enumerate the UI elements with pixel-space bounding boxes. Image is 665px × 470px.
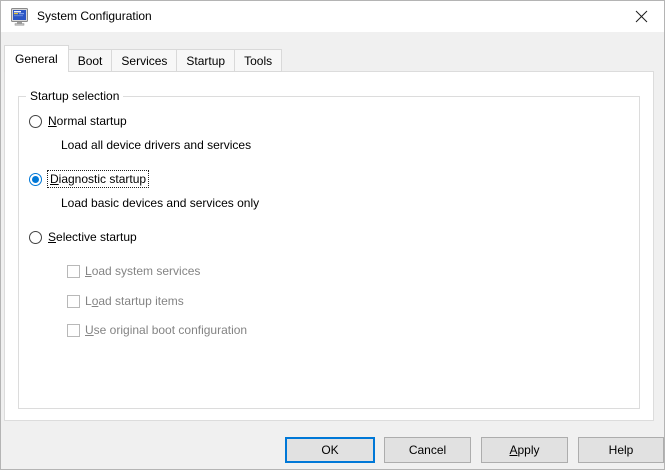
checkbox-box-load-startup-items xyxy=(67,295,80,308)
checkbox-load-system-services: Load system services xyxy=(67,263,200,279)
system-configuration-window: System Configuration General Boot Servic… xyxy=(0,0,665,470)
checkbox-label-load-system-services: Load system services xyxy=(85,264,200,278)
tab-services[interactable]: Services xyxy=(111,49,177,72)
checkbox-box-use-original-boot-configuration xyxy=(67,324,80,337)
diagnostic-startup-description: Load basic devices and services only xyxy=(61,195,259,211)
radio-circle-diagnostic[interactable] xyxy=(29,173,42,186)
tab-strip: General Boot Services Startup Tools xyxy=(4,45,281,72)
apply-button[interactable]: Apply xyxy=(481,437,568,463)
checkbox-label-load-startup-items: Load startup items xyxy=(85,294,184,308)
tab-boot-label: Boot xyxy=(78,54,103,68)
general-tab-pane: Startup selection Normal startup Load al… xyxy=(4,71,654,421)
apply-button-label: Apply xyxy=(509,443,539,457)
tab-tools[interactable]: Tools xyxy=(234,49,282,72)
help-button-label: Help xyxy=(609,443,634,457)
checkbox-load-startup-items: Load startup items xyxy=(67,293,184,309)
tab-startup-label: Startup xyxy=(186,54,225,68)
close-x-icon xyxy=(635,10,648,23)
startup-selection-groupbox: Startup selection Normal startup Load al… xyxy=(18,96,640,409)
radio-label-normal: Normal startup xyxy=(48,114,127,128)
checkbox-use-original-boot-configuration: Use original boot configuration xyxy=(67,322,247,338)
ok-button[interactable]: OK xyxy=(285,437,375,463)
radio-circle-selective[interactable] xyxy=(29,231,42,244)
cancel-button[interactable]: Cancel xyxy=(384,437,471,463)
tab-boot[interactable]: Boot xyxy=(68,49,113,72)
normal-startup-description: Load all device drivers and services xyxy=(61,137,251,153)
window-title: System Configuration xyxy=(37,1,152,32)
msconfig-monitor-icon xyxy=(11,8,30,26)
help-button[interactable]: Help xyxy=(578,437,664,463)
groupbox-title: Startup selection xyxy=(26,89,123,103)
radio-diagnostic-startup[interactable]: Diagnostic startup xyxy=(29,171,148,187)
radio-label-selective: Selective startup xyxy=(48,230,137,244)
tab-general[interactable]: General xyxy=(4,45,69,72)
tab-tools-label: Tools xyxy=(244,54,272,68)
radio-circle-normal[interactable] xyxy=(29,115,42,128)
checkbox-label-use-original-boot-configuration: Use original boot configuration xyxy=(85,323,247,337)
ok-button-label: OK xyxy=(321,443,338,457)
tab-services-label: Services xyxy=(121,54,167,68)
tab-startup[interactable]: Startup xyxy=(176,49,235,72)
tab-general-label: General xyxy=(15,52,58,66)
titlebar: System Configuration xyxy=(1,1,664,32)
radio-label-diagnostic: Diagnostic startup xyxy=(48,171,148,187)
cancel-button-label: Cancel xyxy=(409,443,446,457)
checkbox-box-load-system-services xyxy=(67,265,80,278)
radio-normal-startup[interactable]: Normal startup xyxy=(29,113,127,129)
close-button[interactable] xyxy=(619,1,664,32)
radio-selective-startup[interactable]: Selective startup xyxy=(29,229,137,245)
